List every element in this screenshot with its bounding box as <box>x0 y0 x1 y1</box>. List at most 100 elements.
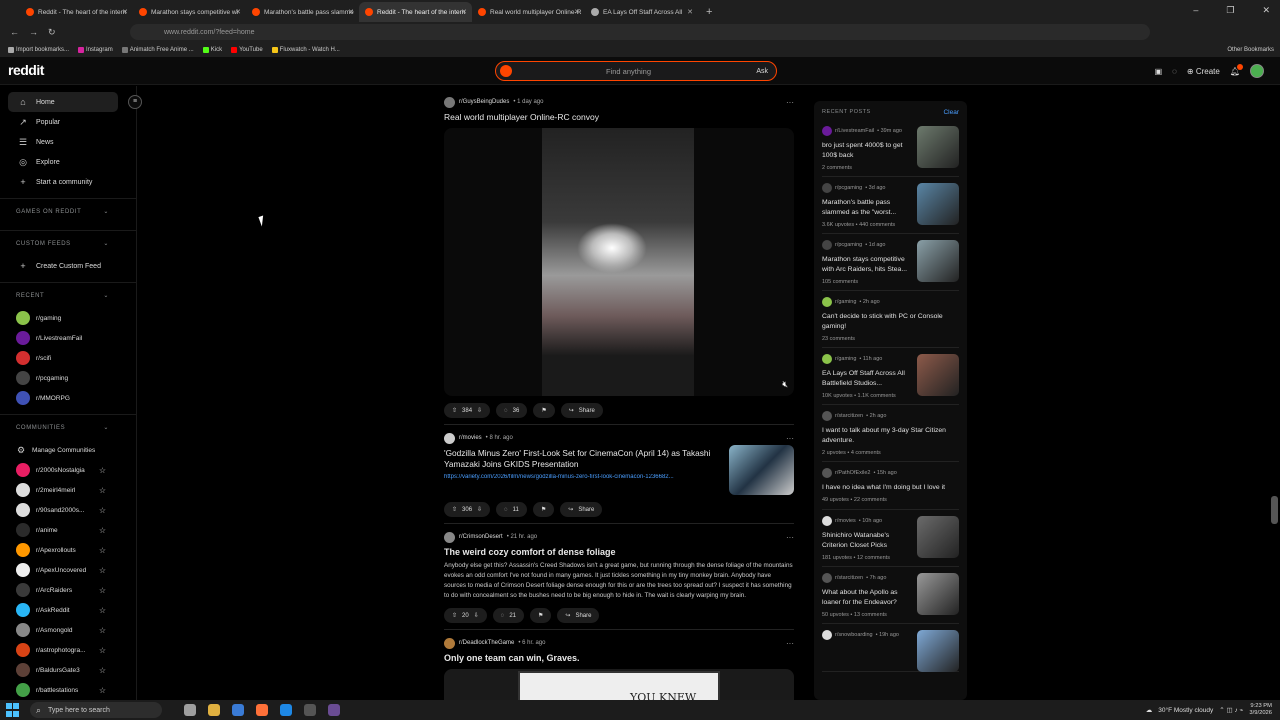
recent-header[interactable]: RECENT ⌄ <box>0 282 136 308</box>
star-icon[interactable]: ☆ <box>99 686 106 695</box>
recent-post-item[interactable]: r/pcgaming • 3d ago Marathon's battle pass… <box>822 177 959 234</box>
recent-post-title[interactable]: Marathon stays competitive with Arc Raid… <box>822 255 914 275</box>
post-link[interactable]: https://variety.com/2026/film/news/godzi… <box>444 474 721 480</box>
subreddit-name[interactable]: r/gaming <box>835 356 856 362</box>
notification-icon[interactable]: 🔔︎ <box>1230 63 1243 76</box>
downvote-icon[interactable]: ⇩ <box>477 506 482 513</box>
vote-buttons[interactable]: ⇧ 20 ⇩ <box>444 608 487 623</box>
more-options-icon[interactable]: ··· <box>786 639 794 648</box>
community-item[interactable]: r/anime ☆ <box>0 520 136 540</box>
windows-start-icon[interactable] <box>6 703 20 717</box>
recent-post-item[interactable]: r/starcitizen • 2h ago I want to talk abou… <box>822 405 959 462</box>
sidebar-item-explore[interactable]: ◎ Explore <box>0 152 136 172</box>
tab-close-icon[interactable]: ✕ <box>348 8 354 16</box>
community-item[interactable]: r/90sand2000s... ☆ <box>0 500 136 520</box>
star-icon[interactable]: ☆ <box>99 666 106 675</box>
community-item[interactable]: r/2meirl4meirl ☆ <box>0 480 136 500</box>
award-button[interactable]: ⚑ <box>532 502 555 517</box>
reddit-logo[interactable]: reddit <box>8 62 44 78</box>
page-scrollbar[interactable] <box>1271 496 1278 524</box>
ask-button[interactable]: Ask <box>756 68 768 75</box>
bookmark-item[interactable]: Fluxwatch - Watch H... <box>271 46 340 53</box>
more-options-icon[interactable]: ··· <box>786 533 794 542</box>
award-button[interactable]: ⚑ <box>533 403 555 418</box>
taskbar-app-icon[interactable] <box>208 704 220 716</box>
subreddit-name[interactable]: r/pcgaming <box>835 185 862 191</box>
reload-icon[interactable]: ↻ <box>48 27 56 38</box>
recent-subreddit[interactable]: r/gaming <box>0 308 136 328</box>
recent-subreddit[interactable]: r/LivestreamFail <box>0 328 136 348</box>
sidebar-item-start-a-community[interactable]: + Start a community <box>0 172 136 192</box>
downvote-icon[interactable]: ⇩ <box>477 407 482 414</box>
games-section-header[interactable]: GAMES ON REDDIT ⌄ <box>0 198 136 224</box>
share-button[interactable]: ↪ Share <box>560 502 603 517</box>
recent-post-title[interactable]: I want to talk about my 3-day Star Citiz… <box>822 426 957 446</box>
maximize-icon[interactable]: ❐ <box>1226 5 1234 16</box>
browser-tab[interactable]: Reddit - The heart of the intern ✕ <box>20 2 133 22</box>
community-item[interactable]: r/Asmongold ☆ <box>0 620 136 640</box>
user-avatar[interactable] <box>1250 64 1264 78</box>
post-card[interactable]: r/GuysBeingDudes • 1 day ago ··· Real worl… <box>444 95 794 418</box>
search-bar[interactable]: Find anything Ask <box>495 61 777 81</box>
star-icon[interactable]: ☆ <box>99 546 106 555</box>
star-icon[interactable]: ☆ <box>99 586 106 595</box>
other-bookmarks[interactable]: Other Bookmarks <box>1227 47 1274 53</box>
vote-buttons[interactable]: ⇧ 384 ⇩ <box>444 403 491 418</box>
community-item[interactable]: r/AskReddit ☆ <box>0 600 136 620</box>
recent-post-title[interactable]: bro just spent 4000$ to get 100$ back <box>822 141 914 161</box>
post-title[interactable]: Only one team can win, Graves. <box>444 653 794 663</box>
star-icon[interactable]: ☆ <box>99 646 106 655</box>
recent-post-item[interactable]: r/starcitizen • 7h ago What about the Apol… <box>822 567 959 624</box>
taskbar-app-icon[interactable] <box>256 704 268 716</box>
create-button[interactable]: ⊕ Create <box>1187 67 1220 76</box>
back-icon[interactable]: ← <box>10 27 19 37</box>
community-item[interactable]: r/ArcRaiders ☆ <box>0 580 136 600</box>
community-item[interactable]: r/battlestations ☆ <box>0 680 136 700</box>
forward-icon[interactable]: → <box>29 27 38 37</box>
ads-icon[interactable]: ▣ <box>1155 67 1163 76</box>
recent-post-item[interactable]: r/movies • 10h ago Shinichiro Watanabe's C… <box>822 510 959 567</box>
post-image[interactable]: YOU KNEW <box>444 669 794 700</box>
recent-post-title[interactable]: I have no idea what I'm doing but I love… <box>822 483 957 493</box>
tray-icons[interactable]: ⌃ ◫ ♪ ⌁ <box>1219 706 1243 714</box>
star-icon[interactable]: ☆ <box>99 566 106 575</box>
post-title[interactable]: 'Godzilla Minus Zero' First-Look Set for… <box>444 448 721 470</box>
subreddit-name[interactable]: r/starcitizen <box>835 575 863 581</box>
sidebar-item-popular[interactable]: ↗ Popular <box>0 112 136 132</box>
recent-post-thumbnail[interactable] <box>917 126 959 168</box>
weather-text[interactable]: 30°F Mostly cloudy <box>1158 707 1213 714</box>
taskbar-app-icon[interactable] <box>304 704 316 716</box>
downvote-icon[interactable]: ⇩ <box>474 612 479 619</box>
more-options-icon[interactable]: ··· <box>786 98 794 107</box>
sidebar-item-news[interactable]: ☰ News <box>0 132 136 152</box>
bookmark-item[interactable]: Animatch Free Anime ... <box>121 46 194 53</box>
post-card[interactable]: r/DeadlockTheGame • 6 hr. ago ··· Only one… <box>444 636 794 700</box>
custom-feeds-header[interactable]: CUSTOM FEEDS ⌄ <box>0 230 136 256</box>
minimize-icon[interactable]: – <box>1193 5 1198 16</box>
collapse-sidebar-button[interactable]: ≡ <box>128 95 142 109</box>
bookmark-item[interactable]: Kick <box>202 46 222 53</box>
subreddit-name[interactable]: r/pcgaming <box>835 242 862 248</box>
star-icon[interactable]: ☆ <box>99 506 106 515</box>
tab-close-icon[interactable]: ✕ <box>574 8 580 16</box>
subreddit-name[interactable]: r/movies <box>459 435 482 441</box>
subreddit-name[interactable]: r/GuysBeingDudes <box>459 99 509 105</box>
browser-tab[interactable]: Reddit - The heart of the intern ✕ <box>359 2 472 22</box>
community-item[interactable]: r/astrophotogra... ☆ <box>0 640 136 660</box>
recent-subreddit[interactable]: r/MMORPG <box>0 388 136 408</box>
community-item[interactable]: r/BaldursGate3 ☆ <box>0 660 136 680</box>
recent-subreddit[interactable]: r/scifi <box>0 348 136 368</box>
mute-icon[interactable]: 🔇︎ <box>782 379 788 390</box>
recent-post-item[interactable]: r/snowboarding • 19h ago <box>822 624 959 672</box>
bookmark-item[interactable]: Instagram <box>78 46 113 53</box>
tab-close-icon[interactable]: ✕ <box>122 8 128 16</box>
link-thumbnail[interactable] <box>729 445 794 495</box>
vote-buttons[interactable]: ⇧ 306 ⇩ <box>444 502 491 517</box>
recent-post-item[interactable]: r/gaming • 2h ago Can't decide to stick wi… <box>822 291 959 348</box>
recent-subreddit[interactable]: r/pcgaming <box>0 368 136 388</box>
tab-close-icon[interactable]: ✕ <box>235 8 241 16</box>
recent-post-thumbnail[interactable] <box>917 573 959 615</box>
manage-communities[interactable]: ⚙ Manage Communities <box>0 440 136 460</box>
recent-post-item[interactable]: r/gaming • 11h ago EA Lays Off Staff Acros… <box>822 348 959 405</box>
award-button[interactable]: ⚑ <box>530 608 552 623</box>
